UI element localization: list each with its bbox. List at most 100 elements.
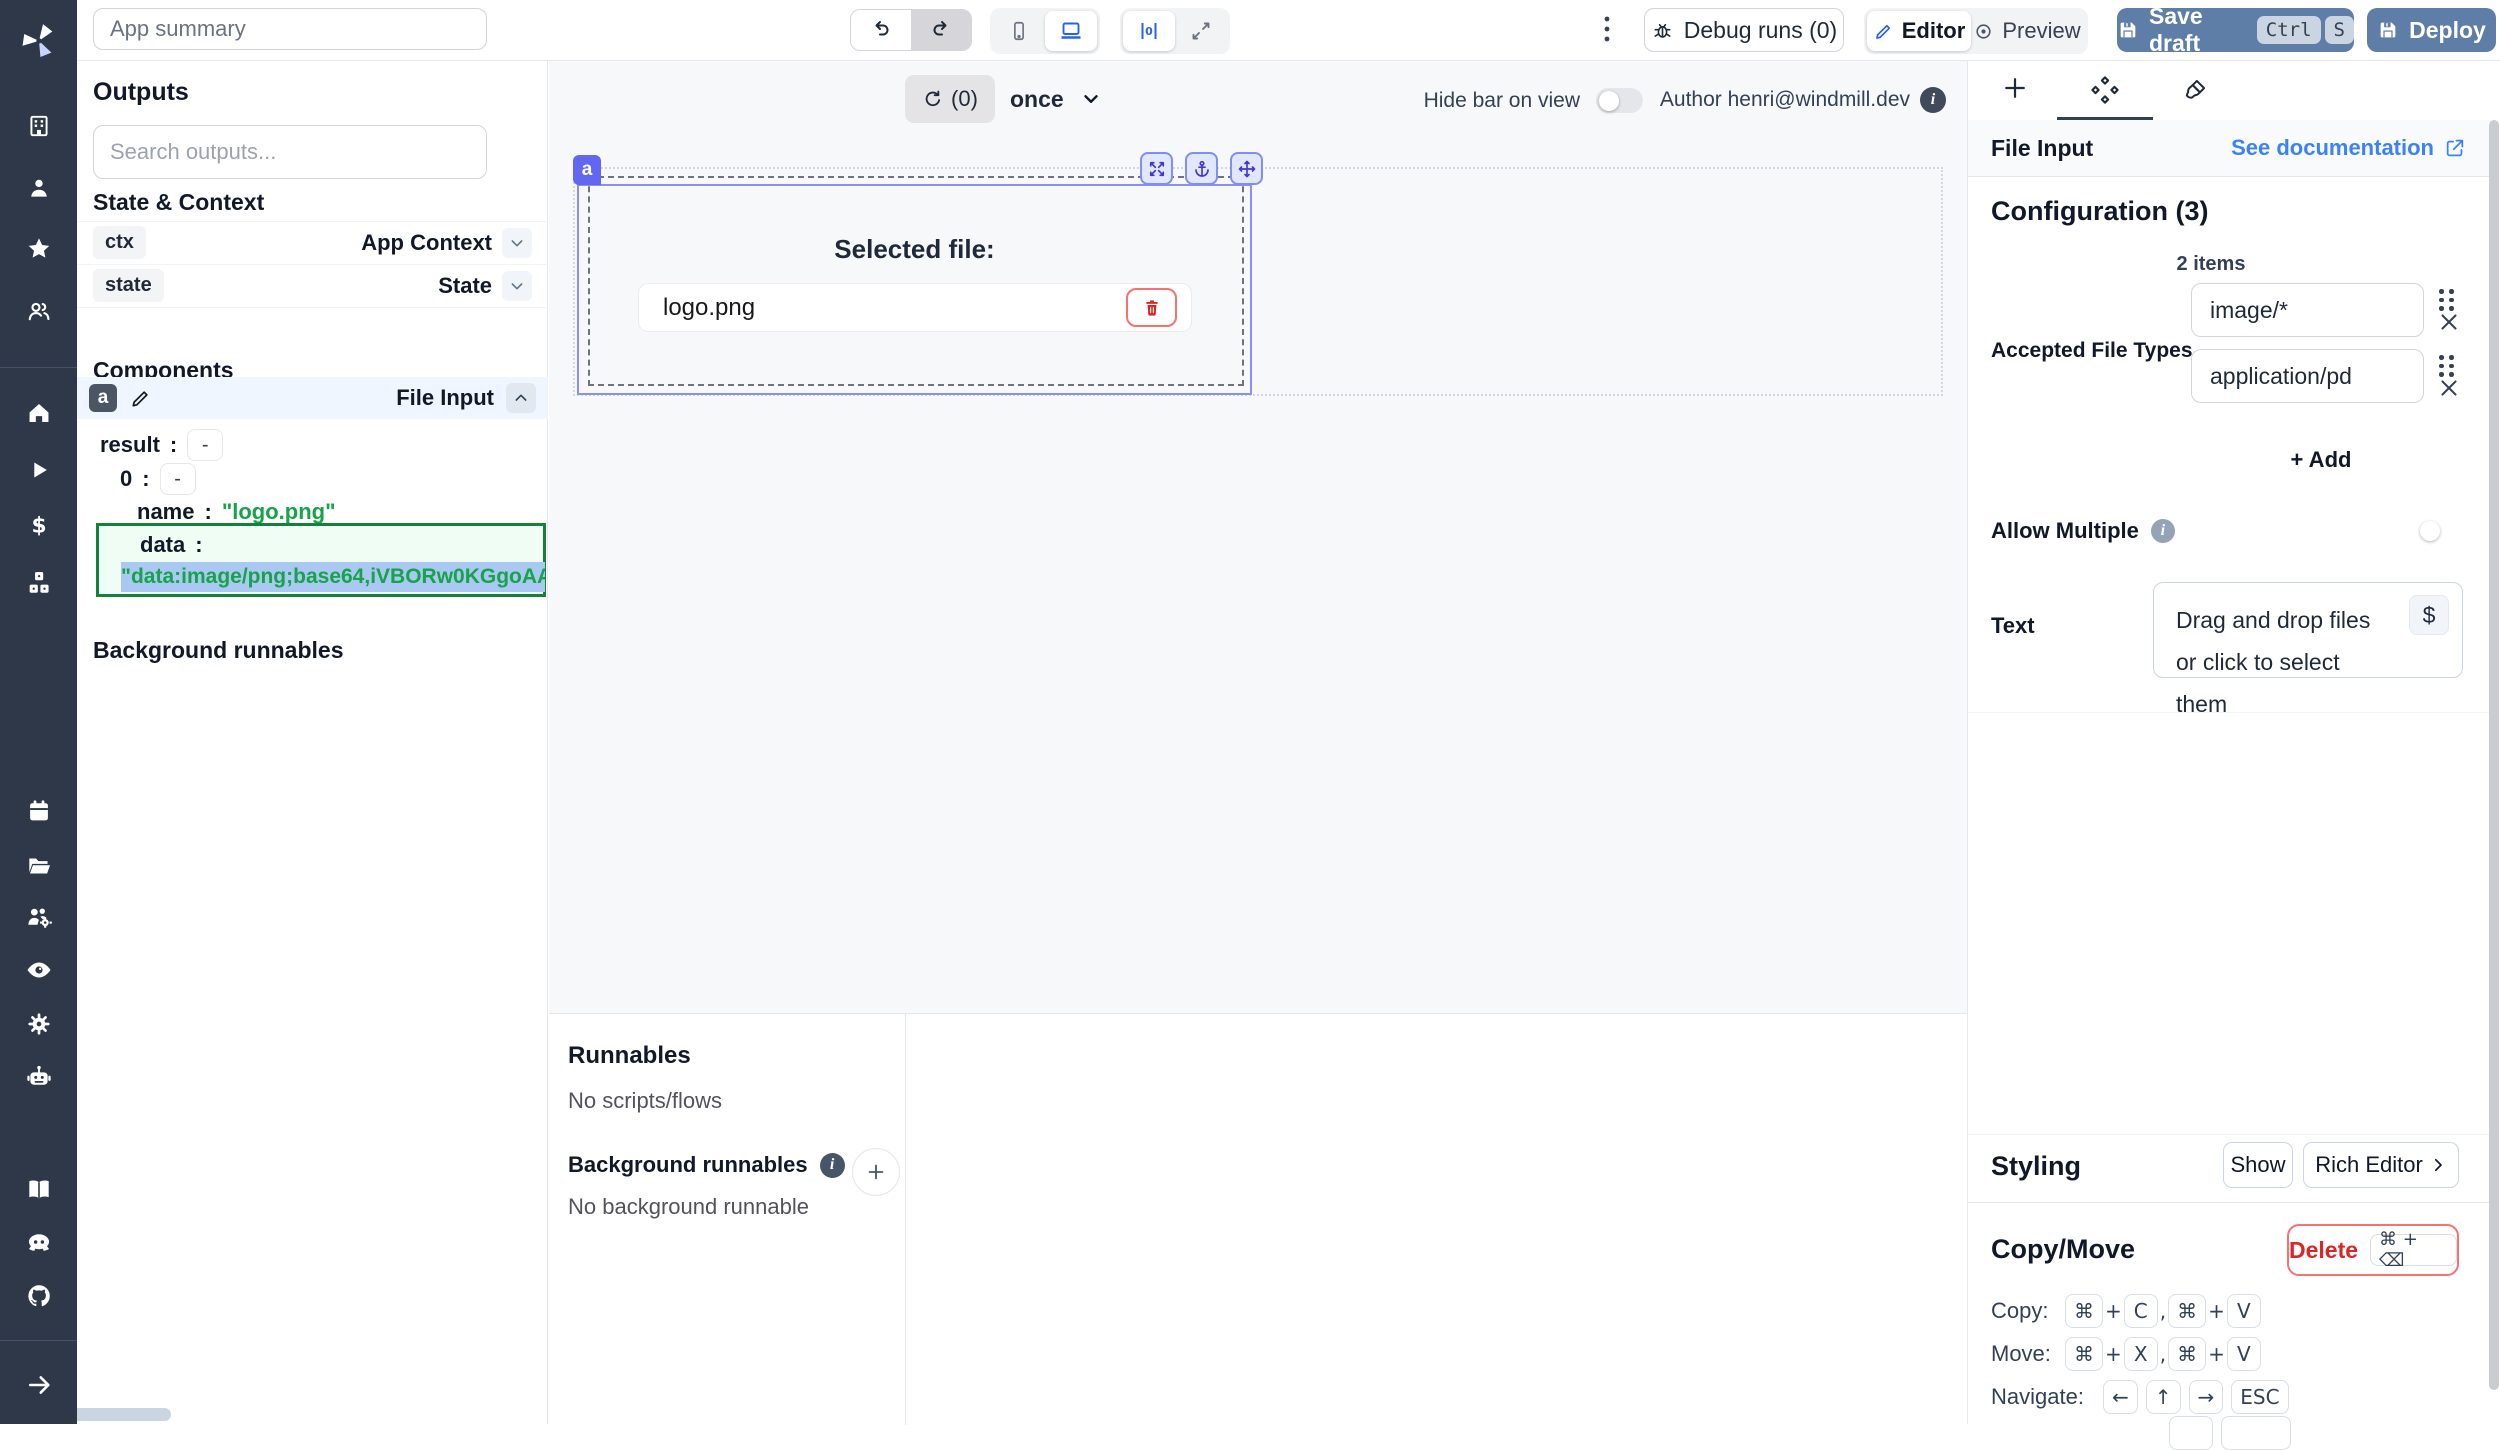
dollar-icon[interactable]: $ [26,513,52,539]
cmd-key: ⌘ [2065,1337,2103,1371]
chevron-down-icon[interactable] [502,271,532,301]
editor-tab-label: Editor [1902,18,1966,44]
layout-toggle-group: 0 [1120,8,1230,54]
runnables-panel: Runnables No scripts/flows Background ru… [549,1013,1967,1424]
remove-file-button[interactable] [1126,288,1177,327]
add-file-type-button[interactable]: + Add [2291,447,2352,473]
user-group-gear-icon[interactable] [25,903,53,931]
v-key: V [2227,1337,2261,1371]
move-handle[interactable] [1230,152,1263,185]
folder-open-icon[interactable] [25,852,52,879]
desktop-view-button[interactable] [1045,11,1097,51]
center-align-icon: 0 [1137,19,1161,43]
info-icon[interactable]: i [1920,87,1946,113]
component-badge[interactable]: a [573,155,601,185]
drag-handle-dots-icon[interactable] [2439,355,2454,377]
undo-button[interactable] [851,10,911,50]
styling-show-button[interactable]: Show [2223,1142,2293,1188]
home-icon[interactable] [25,400,52,427]
debug-runs-button[interactable]: Debug runs (0) [1644,8,1844,52]
close-x-icon[interactable] [2436,375,2462,401]
center-align-button[interactable]: 0 [1123,11,1175,51]
app-sidebar: $ [0,0,77,1424]
component-row[interactable]: a File Input [77,377,548,419]
file-type-input-2[interactable] [2191,349,2424,403]
vertical-scrollbar-thumb[interactable] [2489,120,2499,1390]
calendar-icon[interactable] [26,798,52,824]
collapse-button[interactable]: - [160,463,196,495]
refresh-icon [922,88,944,110]
robot-icon[interactable] [25,1063,53,1091]
windmill-logo-icon[interactable] [19,20,59,60]
star-icon[interactable] [25,236,52,263]
add-background-runnable-button[interactable] [852,1148,900,1196]
hide-bar-toggle[interactable] [1596,88,1643,113]
expand-arrows-icon [1147,159,1167,179]
device-toggle-group [990,8,1100,54]
tree-string-value[interactable]: "logo.png" [222,499,336,525]
play-icon[interactable] [26,458,51,483]
cubes-icon[interactable] [25,569,53,597]
drag-handle-dots-icon[interactable] [2439,289,2454,311]
github-icon[interactable] [25,1282,53,1310]
save-draft-button[interactable]: Save draft Ctrl S [2117,8,2354,52]
component-id-badge: a [89,384,117,412]
editor-tab[interactable]: Editor [1867,11,1971,51]
app-summary-input[interactable] [93,8,487,50]
plus-sep: + [2105,1299,2122,1323]
file-name: logo.png [663,294,755,322]
redo-button[interactable] [911,10,971,50]
ctx-row[interactable]: ctx App Context [77,221,548,264]
move-shortcut-label: Move: [1991,1341,2065,1367]
connect-dollar-button[interactable]: $ [2409,595,2449,635]
rich-editor-button[interactable]: Rich Editor [2303,1142,2459,1188]
data-value-highlighted[interactable]: "data:image/png;base64,iVBORw0KGgoAAAANS… [121,565,545,588]
text-value-box[interactable]: Drag and drop files or click to select t… [2153,582,2463,678]
fullwidth-button[interactable] [1175,11,1227,51]
tree-key: 0 [120,466,132,492]
selected-data-node[interactable]: data : "data:image/png;base64,iVBORw0KGg… [96,523,546,597]
expand-handle[interactable] [1140,152,1173,185]
user-icon[interactable] [26,175,52,201]
tree-key: name [137,499,194,525]
recompute-mode-select[interactable]: once [1010,75,1102,123]
recompute-button[interactable]: (0) [905,75,995,123]
top-bar: 0 Debug runs (0) Editor Previe [77,0,2500,61]
file-type-input-1[interactable] [2191,283,2424,337]
gear-icon[interactable] [25,1011,52,1038]
component-drag-outline [588,176,1244,386]
info-icon[interactable]: i [820,1153,845,1178]
close-x-icon[interactable] [2436,309,2462,335]
anchor-handle[interactable] [1185,152,1218,185]
styling-tab[interactable] [2178,73,2212,107]
eye-icon[interactable] [25,956,53,984]
user-group-icon[interactable] [25,298,52,325]
deploy-button[interactable]: Deploy [2367,8,2496,52]
settings-tab[interactable] [2088,73,2122,107]
insert-tab[interactable] [1998,71,2032,105]
delete-kbd: ⌘ + ⌫ [2370,1234,2457,1266]
discord-icon[interactable] [25,1228,53,1256]
c-key: C [2124,1294,2158,1328]
see-documentation-link[interactable]: See documentation [2231,135,2466,161]
svg-text:$: $ [31,514,46,539]
chevron-down-icon[interactable] [502,228,532,258]
state-row[interactable]: state State [77,264,548,307]
expand-sidebar-arrow-icon[interactable] [25,1371,53,1399]
chevron-up-icon[interactable] [506,383,536,413]
clipped-key [2221,1416,2291,1450]
kebab-menu-icon[interactable] [1595,12,1619,46]
building-icon[interactable] [26,113,52,139]
search-outputs-input[interactable] [93,125,487,179]
rich-editor-label: Rich Editor [2315,1152,2423,1178]
book-open-icon[interactable] [25,1175,53,1203]
mobile-view-button[interactable] [993,11,1045,51]
s-kbd: S [2325,16,2354,44]
info-icon[interactable]: i [2151,519,2175,543]
delete-component-button[interactable]: Delete ⌘ + ⌫ [2287,1224,2459,1276]
horizontal-scrollbar-thumb[interactable] [77,1408,171,1421]
selected-file-label: Selected file: [577,234,1252,265]
collapse-button[interactable]: - [187,429,223,461]
preview-tab[interactable]: Preview [1971,11,2083,51]
pencil-icon[interactable] [129,387,152,410]
